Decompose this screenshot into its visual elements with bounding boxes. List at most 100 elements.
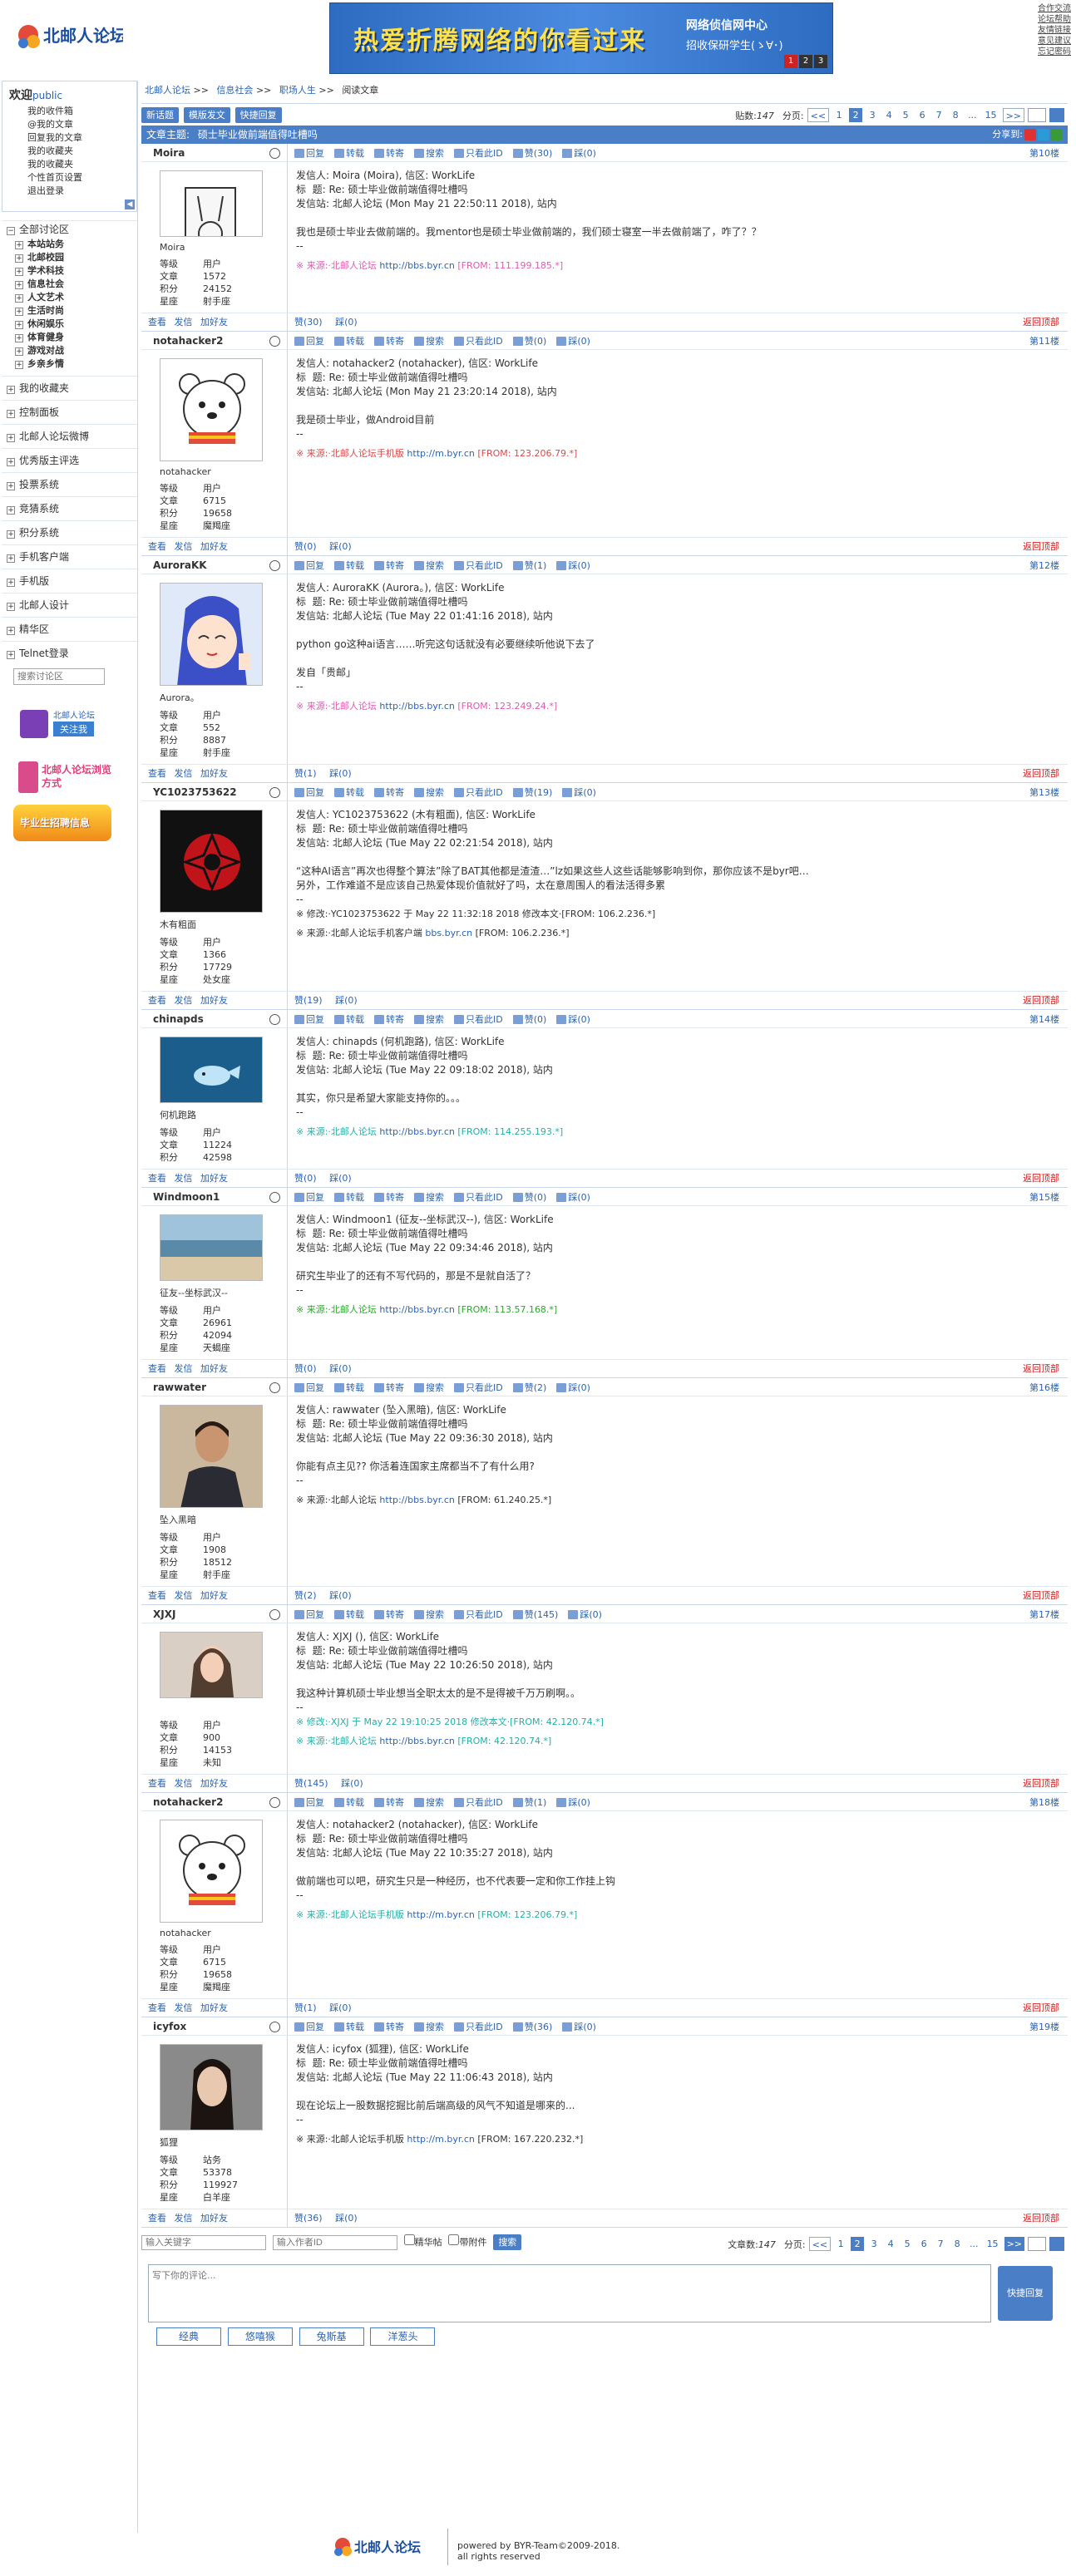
floor-number[interactable]: 第16楼: [1029, 1381, 1059, 1394]
quick-reply-submit[interactable]: 快捷回复: [998, 2266, 1053, 2321]
avatar[interactable]: [160, 2044, 263, 2130]
page-link[interactable]: 1: [832, 108, 846, 122]
downvote-button[interactable]: 踩(0): [329, 541, 352, 552]
downvote-button[interactable]: 踩(0): [562, 786, 596, 799]
forward-button[interactable]: 转载: [334, 334, 364, 347]
menu-logout[interactable]: 退出登录: [27, 185, 130, 198]
emot-tab-onion[interactable]: 洋葱头: [370, 2327, 436, 2346]
sidebar-collapse-icon[interactable]: ◀: [125, 199, 135, 209]
page-prev[interactable]: <<: [807, 108, 830, 122]
emot-tab-tuzki[interactable]: 兔斯基: [299, 2327, 364, 2346]
board-item[interactable]: + 人文艺术: [15, 291, 137, 304]
view-profile-button[interactable]: 查看: [148, 768, 166, 779]
downvote-button[interactable]: 踩(0): [335, 995, 358, 1006]
share-weibo-icon[interactable]: [1024, 129, 1036, 140]
back-to-top-link[interactable]: 返回顶部: [1023, 1999, 1059, 2017]
upvote-button[interactable]: 赞(0): [294, 541, 317, 552]
reply-textarea[interactable]: [148, 2264, 991, 2322]
back-to-top-link[interactable]: 返回顶部: [1023, 1170, 1059, 1188]
forward-button[interactable]: 转载: [334, 1608, 364, 1621]
avatar[interactable]: [160, 1632, 263, 1698]
upvote-button[interactable]: 赞(0): [512, 1190, 546, 1204]
site-logo[interactable]: 北邮人论坛: [15, 17, 126, 58]
weibo-follow[interactable]: 北邮人论坛 关注我: [13, 705, 111, 741]
view-profile-button[interactable]: 查看: [148, 541, 166, 552]
page-jump-input[interactable]: [1028, 108, 1046, 122]
page-link[interactable]: 5: [901, 2237, 914, 2251]
forward-button[interactable]: 转载: [334, 1795, 364, 1809]
page-link[interactable]: 1: [834, 2237, 847, 2251]
forward-button[interactable]: 转载: [334, 146, 364, 160]
downvote-button[interactable]: 踩(0): [556, 1795, 590, 1809]
emot-tab-monkey[interactable]: 悠嘻猴: [227, 2327, 293, 2346]
add-friend-button[interactable]: 加好友: [200, 1363, 228, 1374]
post-author[interactable]: Moira: [141, 144, 288, 161]
page-link[interactable]: 3: [867, 2237, 881, 2251]
page-current[interactable]: 2: [849, 108, 863, 122]
avatar[interactable]: [160, 358, 263, 461]
crumb-board[interactable]: 职场人生: [279, 85, 316, 96]
search-button[interactable]: 搜索: [414, 1795, 444, 1809]
keyword-input[interactable]: [141, 2235, 266, 2250]
toplink-friends[interactable]: 友情链接: [1031, 25, 1071, 36]
reply-button[interactable]: 回复: [294, 559, 324, 572]
forward-button[interactable]: 转载: [334, 1012, 364, 1026]
page-link[interactable]: 7: [932, 108, 945, 122]
source-link[interactable]: http://bbs.byr.cn: [379, 1304, 454, 1315]
send-message-button[interactable]: 发信: [175, 995, 193, 1006]
share-renren-icon[interactable]: [1051, 129, 1063, 140]
floor-number[interactable]: 第15楼: [1029, 1190, 1059, 1204]
repost-button[interactable]: 转寄: [374, 1608, 404, 1621]
sidebar-section[interactable]: + 手机版: [2, 569, 137, 593]
send-message-button[interactable]: 发信: [175, 1363, 193, 1374]
author-id-input[interactable]: [272, 2235, 397, 2250]
post-author[interactable]: chinapds: [141, 1010, 288, 1027]
view-profile-button[interactable]: 查看: [148, 2213, 166, 2224]
elite-checkbox[interactable]: [403, 2234, 415, 2245]
reply-button[interactable]: 回复: [294, 1012, 324, 1026]
post-author[interactable]: notahacker2: [141, 1793, 288, 1810]
send-message-button[interactable]: 发信: [175, 317, 193, 328]
upvote-button[interactable]: 赞(19): [512, 786, 552, 799]
post-author[interactable]: notahacker2: [141, 332, 288, 349]
upvote-button[interactable]: 赞(1): [512, 559, 546, 572]
page-jump-input[interactable]: [1028, 2237, 1046, 2251]
downvote-button[interactable]: 踩(0): [556, 1012, 590, 1026]
page-link[interactable]: 4: [882, 108, 896, 122]
upvote-button[interactable]: 赞(0): [294, 1173, 317, 1184]
add-friend-button[interactable]: 加好友: [200, 995, 228, 1006]
reply-button[interactable]: 回复: [294, 1381, 324, 1394]
downvote-button[interactable]: 踩(0): [562, 146, 596, 160]
post-author[interactable]: rawwater: [141, 1378, 288, 1396]
page-link[interactable]: 15: [985, 2237, 1001, 2251]
toplink-cooperation[interactable]: 合作交流: [1031, 3, 1071, 14]
emot-tab-classic[interactable]: 经典: [156, 2327, 221, 2346]
follow-button[interactable]: 关注我: [53, 722, 94, 736]
downvote-button[interactable]: 踩(0): [329, 1363, 352, 1374]
search-button[interactable]: 搜索: [414, 559, 444, 572]
upvote-button[interactable]: 赞(1): [294, 2002, 317, 2013]
board-item[interactable]: + 北邮校园: [15, 251, 137, 264]
reply-button[interactable]: 回复: [294, 786, 324, 799]
only-author-button[interactable]: 只看此ID: [454, 1381, 503, 1394]
view-profile-button[interactable]: 查看: [148, 1173, 166, 1184]
template-post-button[interactable]: 模版发文: [183, 107, 230, 123]
avatar[interactable]: [160, 1405, 263, 1508]
downvote-button[interactable]: 踩(0): [568, 1608, 602, 1621]
page-next[interactable]: >>: [1004, 2237, 1024, 2251]
floor-number[interactable]: 第11楼: [1029, 334, 1059, 347]
crumb-home[interactable]: 北邮人论坛: [145, 85, 190, 96]
downvote-button[interactable]: 踩(0): [556, 334, 590, 347]
avatar[interactable]: [160, 810, 263, 913]
source-link[interactable]: http://bbs.byr.cn: [379, 1495, 454, 1505]
sidebar-section[interactable]: + 我的收藏夹: [2, 376, 137, 400]
back-to-top-link[interactable]: 返回顶部: [1023, 992, 1059, 1010]
page-link[interactable]: 6: [917, 2237, 930, 2251]
page-link[interactable]: 5: [899, 108, 912, 122]
downvote-button[interactable]: 踩(0): [329, 1173, 352, 1184]
reply-button[interactable]: 回复: [294, 1190, 324, 1204]
floor-number[interactable]: 第13楼: [1029, 786, 1059, 799]
page-link[interactable]: 8: [950, 2237, 964, 2251]
source-link[interactable]: http://bbs.byr.cn: [379, 260, 454, 271]
page-link[interactable]: 8: [949, 108, 962, 122]
